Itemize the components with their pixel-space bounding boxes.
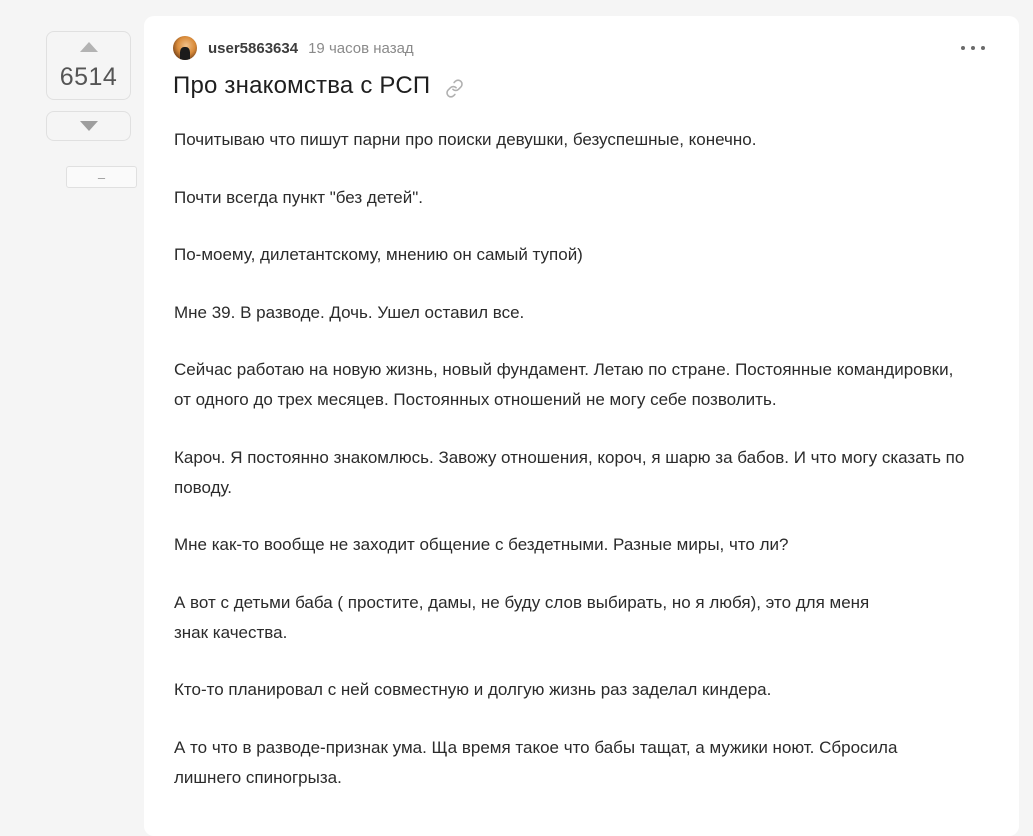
story-paragraph: По-моему, дилетантскому, мнению он самый… <box>174 245 583 264</box>
more-dot <box>981 46 985 50</box>
user-avatar[interactable] <box>173 36 197 60</box>
story-paragraph: А то что в разводе-признак ума. Ща время… <box>174 737 898 787</box>
story-title-row: Про знакомства с РСП <box>173 72 464 100</box>
upvote-button[interactable] <box>47 32 130 60</box>
story-card: user5863634 19 часов назад Про знакомств… <box>144 16 1019 836</box>
story-paragraph: А вот с детьми баба ( простите, дамы, не… <box>174 592 870 642</box>
story-paragraph: Сейчас работаю на новую жизнь, новый фун… <box>174 360 954 409</box>
story-paragraph: Кароч. Я постоянно знакомлюсь. Завожу от… <box>174 447 965 497</box>
chain-link-icon[interactable] <box>445 78 464 98</box>
story-header: user5863634 19 часов назад <box>173 35 414 61</box>
more-dot <box>971 46 975 50</box>
collapse-story-button[interactable]: – <box>66 166 137 188</box>
story-body: Почитываю что пишут парни про поиски дев… <box>174 125 994 820</box>
story-paragraph: Кто-то планировал с ней совместную и дол… <box>174 680 772 699</box>
story-paragraph: Почитываю что пишут парни про поиски дев… <box>174 130 757 149</box>
rating-column: 6514 – <box>46 31 137 188</box>
triangle-up-icon <box>79 42 98 52</box>
rating-value: 6514 <box>59 63 118 91</box>
triangle-down-icon <box>79 121 98 131</box>
downvote-button[interactable] <box>46 111 131 141</box>
story-paragraph: Почти всегда пункт "без детей". <box>174 187 424 207</box>
story-paragraph: Мне 39. В разводе. Дочь. Ушел оставил вс… <box>174 302 525 322</box>
story-title[interactable]: Про знакомства с РСП <box>173 72 430 100</box>
story-timestamp[interactable]: 19 часов назад <box>308 40 414 57</box>
more-options-button[interactable] <box>961 40 985 56</box>
rating-box: 6514 <box>46 31 131 100</box>
story-paragraph: Мне как-то вообще не заходит общение с б… <box>174 535 789 554</box>
more-dots-icon <box>961 46 965 50</box>
author-username[interactable]: user5863634 <box>208 40 298 57</box>
